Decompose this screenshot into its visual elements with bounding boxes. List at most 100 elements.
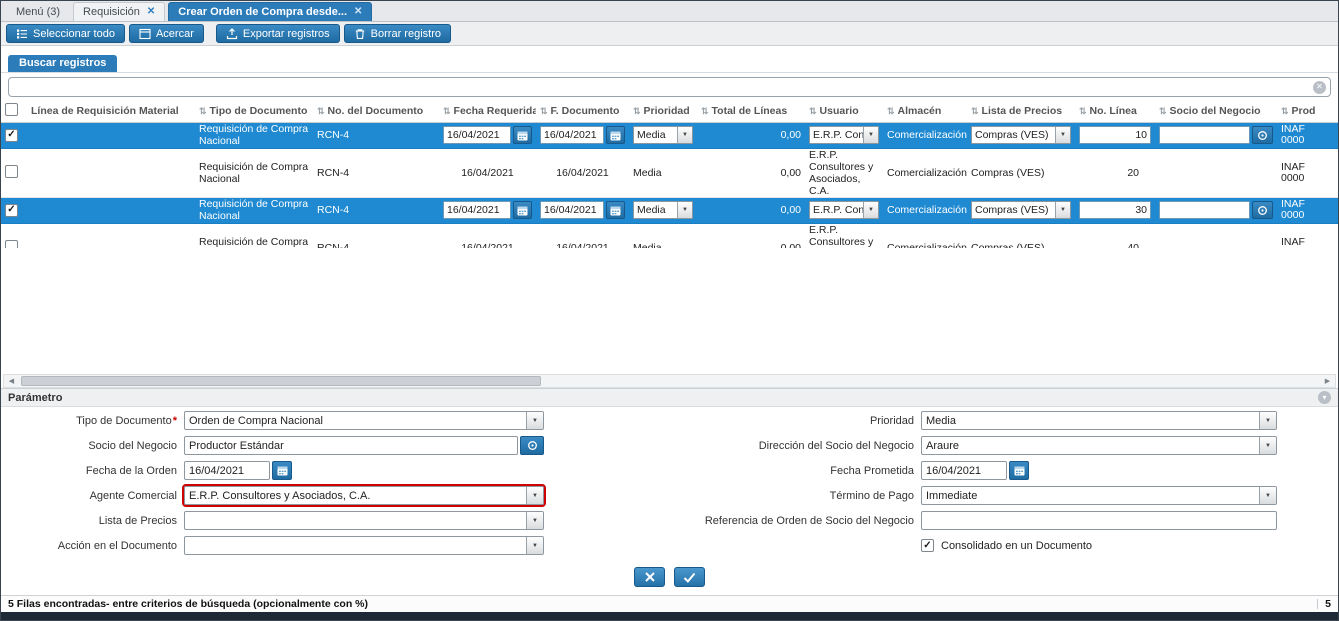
cell-fecha-requerida: 16/04/2021 <box>439 223 536 248</box>
chevron-down-icon[interactable]: ▼ <box>1259 412 1276 429</box>
prioridad-param-select[interactable]: Media▼ <box>921 411 1277 430</box>
status-count: 5 <box>1325 598 1331 610</box>
collapse-panel-icon[interactable]: ▾ <box>1318 391 1331 404</box>
prioridad-select[interactable]: Media▼ <box>633 126 693 144</box>
select-all-button[interactable]: Seleccionar todo <box>6 24 125 43</box>
zoom-button[interactable]: Acercar <box>129 24 204 43</box>
fecha-documento-input[interactable] <box>540 201 604 219</box>
ok-button[interactable] <box>674 567 705 587</box>
close-tab-icon[interactable]: ✕ <box>354 7 362 17</box>
no-linea-input[interactable] <box>1079 201 1151 219</box>
usuario-select[interactable]: E.R.P. Consultores y Asociados, C.A.▼ <box>809 201 879 219</box>
sort-icon: ⇅ <box>1281 106 1289 116</box>
scrollbar-track[interactable] <box>19 375 1320 387</box>
delete-record-button[interactable]: Borrar registro <box>344 24 451 43</box>
calendar-button[interactable] <box>513 201 532 219</box>
usuario-select[interactable]: E.R.P. Consultores y Asociados, C.A.▼ <box>809 126 879 144</box>
chevron-down-icon[interactable]: ▼ <box>863 127 878 143</box>
tab-buscar-registros[interactable]: Buscar registros <box>8 55 117 72</box>
chevron-down-icon[interactable]: ▼ <box>526 412 543 429</box>
column-header-no-documento[interactable]: ⇅No. del Documento <box>313 100 439 122</box>
column-header-lista-precios[interactable]: ⇅Lista de Precios <box>967 100 1075 122</box>
row-checkbox[interactable] <box>5 165 18 178</box>
row-checkbox[interactable]: ✓ <box>5 129 18 142</box>
column-header-almacen[interactable]: ⇅Almacén <box>883 100 967 122</box>
record-info-button[interactable] <box>520 436 544 455</box>
chevron-down-icon[interactable]: ▼ <box>1055 202 1070 218</box>
tipo-documento-select[interactable]: Orden de Compra Nacional▼ <box>184 411 544 430</box>
calendar-button[interactable] <box>272 461 292 480</box>
chevron-down-icon[interactable]: ▼ <box>863 202 878 218</box>
chevron-down-icon[interactable]: ▼ <box>1259 487 1276 504</box>
table-row[interactable]: Requisición de Compra Nacional RCN-4 16/… <box>1 223 1338 248</box>
column-header-no-linea[interactable]: ⇅No. Línea <box>1075 100 1155 122</box>
record-info-button[interactable] <box>1252 201 1273 219</box>
row-checkbox[interactable] <box>5 240 18 249</box>
fecha-orden-label: Fecha de la Orden <box>1 465 184 477</box>
scroll-left-icon[interactable]: ◀ <box>4 375 19 387</box>
socio-negocio-param-input[interactable] <box>184 436 518 455</box>
chevron-down-icon[interactable]: ▼ <box>526 487 543 504</box>
calendar-button[interactable] <box>513 126 532 144</box>
calendar-button[interactable] <box>1009 461 1029 480</box>
column-header-socio-negocio[interactable]: ⇅Socio del Negocio <box>1155 100 1277 122</box>
scroll-right-icon[interactable]: ▶ <box>1320 375 1335 387</box>
column-header-prioridad[interactable]: ⇅Prioridad <box>629 100 697 122</box>
column-header-total-lineas[interactable]: ⇅Total de Líneas <box>697 100 805 122</box>
clear-search-icon[interactable]: ✕ <box>1313 81 1326 94</box>
socio-negocio-input[interactable] <box>1159 126 1250 144</box>
select-all-checkbox[interactable] <box>5 103 18 116</box>
column-header-producto[interactable]: ⇅Prod <box>1277 100 1338 122</box>
fecha-orden-input[interactable] <box>184 461 270 480</box>
column-header-usuario[interactable]: ⇅Usuario <box>805 100 883 122</box>
socio-negocio-input[interactable] <box>1159 201 1250 219</box>
accion-documento-select[interactable]: ▼ <box>184 536 544 555</box>
tab-crear-orden-compra[interactable]: Crear Orden de Compra desde...✕ <box>168 2 372 21</box>
lista-precios-param-select[interactable]: ▼ <box>184 511 544 530</box>
fecha-requerida-input[interactable] <box>443 126 511 144</box>
termino-pago-select[interactable]: Immediate▼ <box>921 486 1277 505</box>
lista-precios-select[interactable]: Compras (VES)▼ <box>971 201 1071 219</box>
column-header-linea-requisicion[interactable]: Línea de Requisición Material <box>27 100 195 122</box>
no-linea-input[interactable] <box>1079 126 1151 144</box>
fecha-prometida-input[interactable] <box>921 461 1007 480</box>
tab-menu[interactable]: Menú (3) <box>6 2 70 21</box>
consolidado-label: Consolidado en un Documento <box>941 540 1092 552</box>
close-tab-icon[interactable]: ✕ <box>147 7 155 17</box>
calendar-button[interactable] <box>606 126 625 144</box>
table-row[interactable]: ✓ Requisición de Compra Nacional RCN-4 M… <box>1 197 1338 223</box>
chevron-down-icon[interactable]: ▼ <box>677 202 692 218</box>
table-row[interactable]: Requisición de Compra Nacional RCN-4 16/… <box>1 148 1338 197</box>
column-header-tipo-documento[interactable]: ⇅Tipo de Documento <box>195 100 313 122</box>
chevron-down-icon[interactable]: ▼ <box>677 127 692 143</box>
consolidado-checkbox[interactable]: ✓ <box>921 539 934 552</box>
column-header-f-documento[interactable]: ⇅F. Documento <box>536 100 629 122</box>
prioridad-select[interactable]: Media▼ <box>633 201 693 219</box>
row-checkbox[interactable]: ✓ <box>5 204 18 217</box>
record-info-button[interactable] <box>1252 126 1273 144</box>
calendar-icon <box>517 205 528 216</box>
referencia-orden-input[interactable] <box>921 511 1277 530</box>
cancel-button[interactable] <box>634 567 665 587</box>
calendar-button[interactable] <box>606 201 625 219</box>
tab-requisicion[interactable]: Requisición✕ <box>73 2 165 21</box>
chevron-down-icon[interactable]: ▼ <box>526 537 543 554</box>
fecha-documento-input[interactable] <box>540 126 604 144</box>
table-row[interactable]: ✓ Requisición de Compra Nacional RCN-4 M… <box>1 122 1338 148</box>
fecha-requerida-input[interactable] <box>443 201 511 219</box>
cell-no-linea: 40 <box>1075 223 1155 248</box>
chevron-down-icon[interactable]: ▼ <box>1259 437 1276 454</box>
chevron-down-icon[interactable]: ▼ <box>1055 127 1070 143</box>
search-input[interactable] <box>9 78 1330 96</box>
chevron-down-icon[interactable]: ▼ <box>526 512 543 529</box>
table-header-row: Línea de Requisición Material ⇅Tipo de D… <box>1 100 1338 122</box>
lista-precios-select[interactable]: Compras (VES)▼ <box>971 126 1071 144</box>
horizontal-scrollbar[interactable]: ◀ ▶ <box>3 374 1336 388</box>
export-records-button[interactable]: Exportar registros <box>216 24 340 43</box>
column-header-fecha-requerida[interactable]: ⇅Fecha Requerida <box>439 100 536 122</box>
parametro-form: Tipo de Documento* Orden de Compra Nacio… <box>1 407 1338 559</box>
agente-comercial-select[interactable]: E.R.P. Consultores y Asociados, C.A.▼ <box>184 486 544 505</box>
horizontal-scrollbar-thumb[interactable] <box>21 376 541 386</box>
direccion-socio-select[interactable]: Araure▼ <box>921 436 1277 455</box>
parametro-title: Parámetro <box>8 392 1318 404</box>
